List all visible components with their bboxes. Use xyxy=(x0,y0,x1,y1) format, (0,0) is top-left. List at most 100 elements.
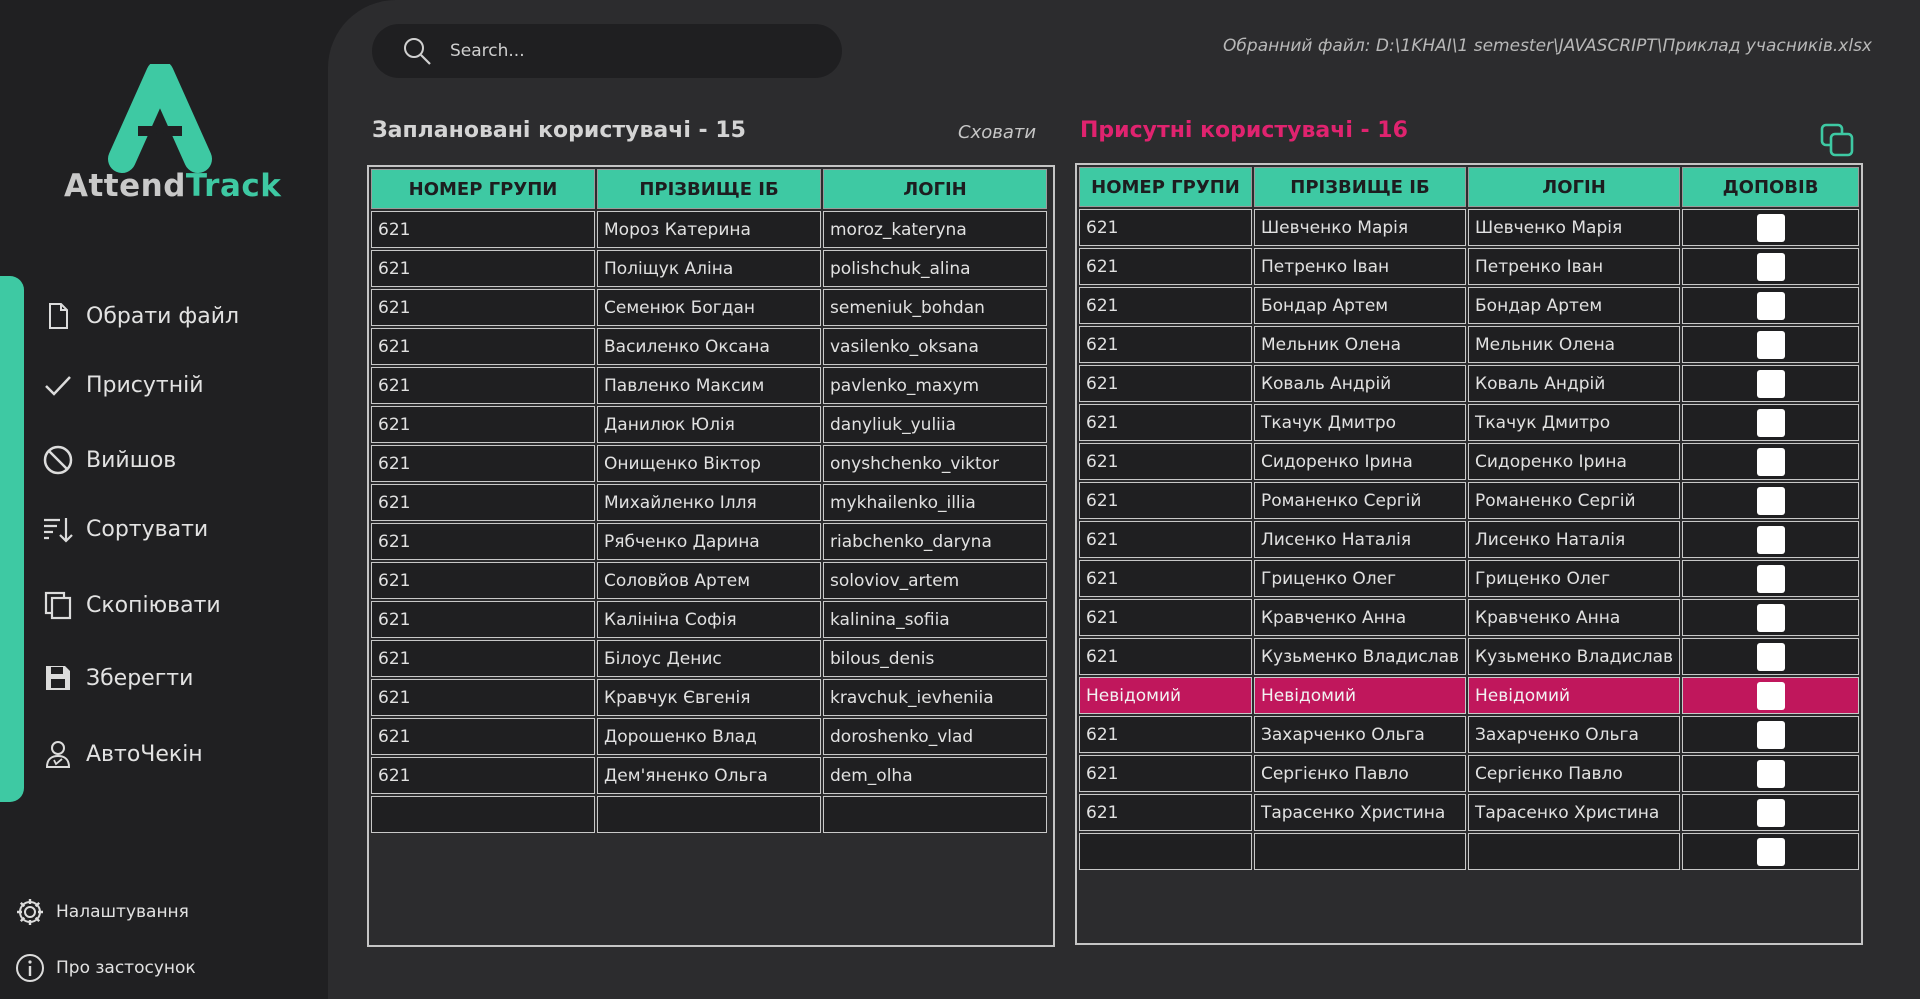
table-row[interactable]: 621 Павленко Максим pavlenko_maxym xyxy=(371,367,1047,404)
table-row[interactable]: 621 Дем'яненко Ольга dem_olha xyxy=(371,757,1047,794)
table-cell: Невідомий xyxy=(1468,677,1681,714)
table-cell: Невідомий xyxy=(1253,677,1467,714)
reported-checkbox[interactable] xyxy=(1756,681,1785,710)
sidebar-item-label: АвтоЧекін xyxy=(86,741,203,767)
table-cell: 621 xyxy=(371,211,595,248)
table-row[interactable]: 621 Онищенко Віктор onyshchenko_viktor xyxy=(371,445,1047,482)
table-row[interactable]: 621 Михайленко Ілля mykhailenko_illia xyxy=(371,484,1047,521)
file-icon xyxy=(49,303,68,329)
sidebar-item-label: Сортувати xyxy=(86,516,209,542)
table-row[interactable]: 621 Ткачук Дмитро Ткачук Дмитро xyxy=(1079,404,1859,441)
table-cell: 621 xyxy=(1079,560,1252,597)
table-cell: pavlenko_maxym xyxy=(823,367,1047,404)
reported-checkbox[interactable] xyxy=(1756,720,1785,749)
sidebar-item-label: Присутній xyxy=(86,372,204,398)
table-row[interactable] xyxy=(371,796,1047,833)
table-cell: 621 xyxy=(371,445,595,482)
sidebar-item-present[interactable]: Присутній xyxy=(42,369,204,401)
table-cell: Бондар Артем xyxy=(1468,287,1681,324)
reported-checkbox[interactable] xyxy=(1756,837,1785,866)
search-input[interactable] xyxy=(448,40,812,62)
reported-checkbox[interactable] xyxy=(1756,252,1785,281)
table-cell: 621 xyxy=(1079,365,1252,402)
column-header: ПРІЗВИЩЕ ІБ xyxy=(597,169,821,209)
reported-checkbox[interactable] xyxy=(1756,369,1785,398)
table-row[interactable]: 621 Данилюк Юлія danyliuk_yuliia xyxy=(371,406,1047,443)
sidebar-item-settings[interactable]: Налаштування xyxy=(14,896,189,928)
table-cell: 621 xyxy=(371,406,595,443)
reported-cell xyxy=(1682,716,1859,753)
search-bar[interactable] xyxy=(372,24,842,78)
table-cell: Ткачук Дмитро xyxy=(1253,404,1467,441)
table-cell: semeniuk_bohdan xyxy=(823,289,1047,326)
table-row[interactable]: 621 Петренко Іван Петренко Іван xyxy=(1079,248,1859,285)
hide-button[interactable]: Сховати xyxy=(958,122,1036,143)
table-cell xyxy=(823,796,1047,833)
reported-checkbox[interactable] xyxy=(1756,486,1785,515)
logo-text: AttendTrack xyxy=(64,168,282,204)
table-row[interactable]: 621 Рябченко Дарина riabchenko_daryna xyxy=(371,523,1047,560)
reported-cell xyxy=(1682,638,1859,675)
table-cell: moroz_kateryna xyxy=(823,211,1047,248)
reported-checkbox[interactable] xyxy=(1756,330,1785,359)
reported-checkbox[interactable] xyxy=(1756,525,1785,554)
reported-checkbox[interactable] xyxy=(1756,213,1785,242)
table-row[interactable]: 621 Дорошенко Влад doroshenko_vlad xyxy=(371,718,1047,755)
table-row[interactable]: 621 Лисенко Наталія Лисенко Наталія xyxy=(1079,521,1859,558)
table-row[interactable]: 621 Романенко Сергій Романенко Сергій xyxy=(1079,482,1859,519)
table-cell: Сергієнко Павло xyxy=(1468,755,1681,792)
table-row[interactable]: 621 Мороз Катерина moroz_kateryna xyxy=(371,211,1047,248)
column-header: ЛОГІН xyxy=(823,169,1047,209)
reported-checkbox[interactable] xyxy=(1756,759,1785,788)
reported-checkbox[interactable] xyxy=(1756,447,1785,476)
table-row[interactable]: 621 Кравчук Євгенія kravchuk_ievheniia xyxy=(371,679,1047,716)
reported-checkbox[interactable] xyxy=(1756,291,1785,320)
sidebar-item-label: Про застосунок xyxy=(56,958,196,978)
table-row[interactable]: 621 Кузьменко Владислав Кузьменко Владисла… xyxy=(1079,638,1859,675)
table-row[interactable]: 621 Білоус Денис bilous_denis xyxy=(371,640,1047,677)
sidebar-item-about[interactable]: Про застосунок xyxy=(14,952,196,984)
reported-checkbox[interactable] xyxy=(1756,798,1785,827)
table-cell: vasilenko_oksana xyxy=(823,328,1047,365)
table-row[interactable]: 621 Захарченко Ольга Захарченко Ольга xyxy=(1079,716,1859,753)
table-row[interactable]: 621 Калініна Софія kalinina_sofiia xyxy=(371,601,1047,638)
table-row[interactable]: 621 Мельник Олена Мельник Олена xyxy=(1079,326,1859,363)
table-cell: Кравчук Євгенія xyxy=(597,679,821,716)
table-row[interactable]: 621 Сергієнко Павло Сергієнко Павло xyxy=(1079,755,1859,792)
reported-checkbox[interactable] xyxy=(1756,564,1785,593)
table-cell: Лисенко Наталія xyxy=(1468,521,1681,558)
table-cell xyxy=(597,796,821,833)
sidebar-item-copy[interactable]: Скопіювати xyxy=(42,589,221,621)
table-row[interactable]: 621 Шевченко Марія Шевченко Марія xyxy=(1079,209,1859,246)
table-cell: riabchenko_daryna xyxy=(823,523,1047,560)
sidebar-item-left[interactable]: Вийшов xyxy=(42,444,176,476)
table-row[interactable]: 621 Василенко Оксана vasilenko_oksana xyxy=(371,328,1047,365)
table-row[interactable]: 621 Соловйов Артем soloviov_artem xyxy=(371,562,1047,599)
table-cell: Бондар Артем xyxy=(1253,287,1467,324)
table-cell: Мельник Олена xyxy=(1253,326,1467,363)
copy-icon[interactable] xyxy=(1818,121,1856,159)
table-row[interactable]: 621 Тарасенко Христина Тарасенко Христина xyxy=(1079,794,1859,831)
reported-checkbox[interactable] xyxy=(1756,603,1785,632)
sidebar-item-autocheckin[interactable]: АвтоЧекін xyxy=(42,738,203,770)
table-row[interactable]: 621 Гриценко Олег Гриценко Олег xyxy=(1079,560,1859,597)
table-row[interactable]: 621 Бондар Артем Бондар Артем xyxy=(1079,287,1859,324)
reported-cell xyxy=(1682,482,1859,519)
table-row[interactable]: Невідомий Невідомий Невідомий xyxy=(1079,677,1859,714)
sidebar-item-choose-file[interactable]: Обрати файл xyxy=(42,300,239,332)
table-row[interactable] xyxy=(1079,833,1859,870)
sidebar-item-label: Скопіювати xyxy=(86,592,221,618)
table-row[interactable]: 621 Коваль Андрій Коваль Андрій xyxy=(1079,365,1859,402)
table-row[interactable]: 621 Сидоренко Ірина Сидоренко Ірина xyxy=(1079,443,1859,480)
reported-cell xyxy=(1682,443,1859,480)
reported-checkbox[interactable] xyxy=(1756,642,1785,671)
sidebar-item-save[interactable]: Зберегти xyxy=(42,662,193,694)
reported-checkbox[interactable] xyxy=(1756,408,1785,437)
table-cell: Рябченко Дарина xyxy=(597,523,821,560)
column-header: ЛОГІН xyxy=(1468,167,1681,207)
sidebar-item-sort[interactable]: Сортувати xyxy=(42,513,208,545)
table-row[interactable]: 621 Семенюк Богдан semeniuk_bohdan xyxy=(371,289,1047,326)
table-row[interactable]: 621 Поліщук Аліна polishchuk_alina xyxy=(371,250,1047,287)
table-row[interactable]: 621 Кравченко Анна Кравченко Анна xyxy=(1079,599,1859,636)
table-cell: Калініна Софія xyxy=(597,601,821,638)
